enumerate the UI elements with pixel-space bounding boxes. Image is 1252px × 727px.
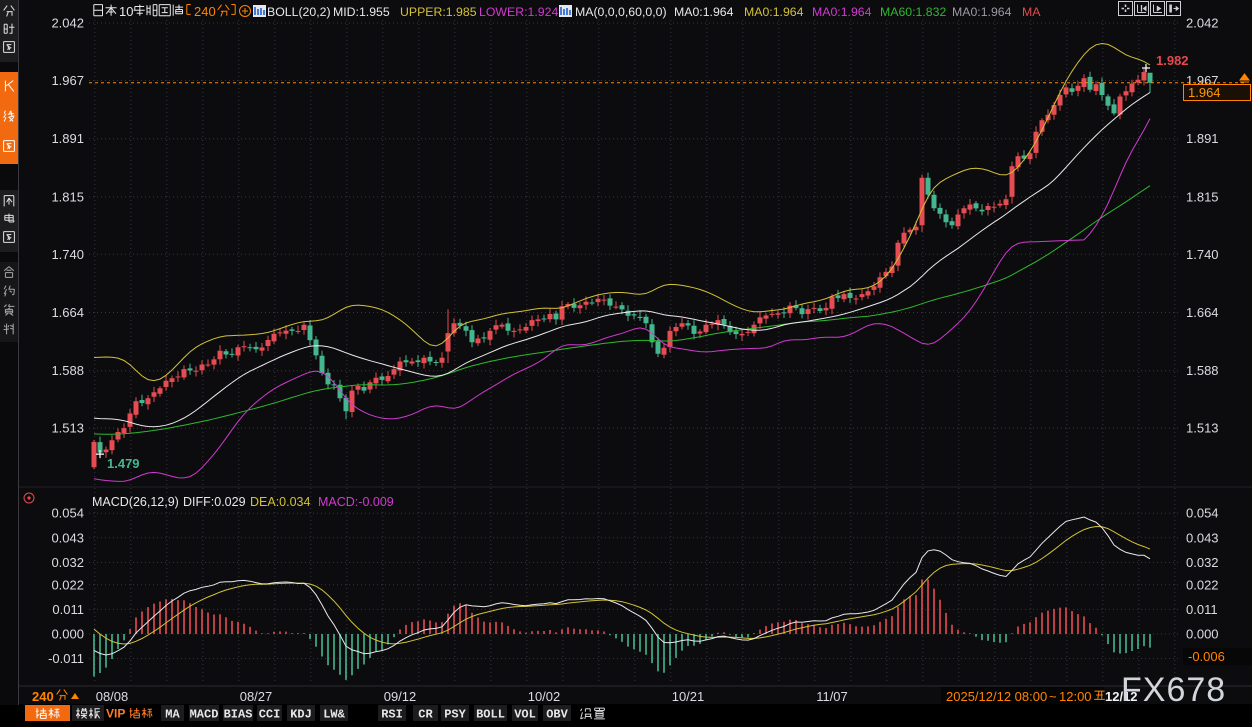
svg-text:-0.006: -0.006	[1188, 649, 1225, 664]
svg-text:DIFF:0.029: DIFF:0.029	[183, 495, 246, 509]
svg-text:0.011: 0.011	[1186, 602, 1218, 617]
svg-text:10/21: 10/21	[672, 689, 705, 704]
svg-text:08/27: 08/27	[240, 689, 273, 704]
svg-text:0.022: 0.022	[1186, 577, 1219, 592]
svg-text:DEA:0.034: DEA:0.034	[250, 495, 311, 509]
svg-text:MA0:1.964: MA0:1.964	[674, 5, 734, 19]
svg-text:0.054: 0.054	[1186, 506, 1219, 521]
svg-text:1.740: 1.740	[1186, 247, 1219, 262]
svg-text:10/02: 10/02	[528, 689, 561, 704]
svg-text:BIAS: BIAS	[224, 708, 253, 722]
svg-text:1.815: 1.815	[51, 189, 84, 204]
svg-text:1.740: 1.740	[51, 247, 84, 262]
svg-text:MA: MA	[1022, 5, 1041, 19]
svg-text:0.043: 0.043	[1186, 530, 1219, 545]
svg-text:1.588: 1.588	[1186, 363, 1219, 378]
svg-text:0.000: 0.000	[51, 627, 84, 642]
svg-text:0.000: 0.000	[1186, 627, 1219, 642]
svg-text:VIP: VIP	[106, 707, 125, 721]
svg-text:MACD(26,12,9): MACD(26,12,9)	[92, 495, 179, 509]
svg-text:240: 240	[32, 689, 54, 704]
svg-text:VOL: VOL	[514, 708, 536, 722]
svg-text:2.042: 2.042	[1186, 16, 1219, 31]
svg-text:KDJ: KDJ	[290, 708, 312, 722]
svg-text:MACD:-0.009: MACD:-0.009	[318, 495, 394, 509]
svg-text:LW&: LW&	[323, 708, 345, 722]
svg-text:1.664: 1.664	[51, 305, 84, 320]
svg-text:10: 10	[119, 4, 133, 19]
svg-text:BOLL: BOLL	[476, 708, 505, 722]
svg-text:2025/12/12 08:00: 2025/12/12 08:00	[946, 689, 1047, 704]
svg-text:09/12: 09/12	[384, 689, 417, 704]
svg-text:RSI: RSI	[381, 708, 403, 722]
svg-text:MA0:1.964: MA0:1.964	[744, 5, 804, 19]
svg-text:OBV: OBV	[546, 708, 568, 722]
svg-text:0.054: 0.054	[51, 506, 84, 521]
svg-text:0.032: 0.032	[1186, 555, 1219, 570]
svg-text:1.513: 1.513	[51, 421, 84, 436]
svg-text:0.043: 0.043	[51, 530, 84, 545]
svg-text:11/07: 11/07	[816, 689, 848, 704]
svg-text:-0.011: -0.011	[48, 651, 84, 666]
svg-text:MA60:1.832: MA60:1.832	[880, 5, 946, 19]
svg-text:1.982: 1.982	[1156, 53, 1189, 68]
svg-text:1.664: 1.664	[1186, 305, 1219, 320]
svg-text:UPPER:1.985: UPPER:1.985	[400, 5, 477, 19]
svg-text:240: 240	[194, 4, 216, 19]
svg-text:MID:1.955: MID:1.955	[333, 5, 390, 19]
svg-text:1.964: 1.964	[1188, 85, 1221, 100]
svg-text:1.479: 1.479	[107, 456, 140, 471]
svg-text:08/08: 08/08	[96, 689, 129, 704]
svg-text:1.588: 1.588	[51, 363, 84, 378]
svg-text:LOWER:1.924: LOWER:1.924	[479, 5, 558, 19]
svg-text:0.032: 0.032	[51, 555, 84, 570]
svg-text:1.513: 1.513	[1186, 421, 1219, 436]
svg-text:1.891: 1.891	[51, 131, 84, 146]
svg-text:1.815: 1.815	[1186, 189, 1219, 204]
svg-text:MA0:1.964: MA0:1.964	[812, 5, 872, 19]
svg-text:0.011: 0.011	[52, 602, 84, 617]
svg-text:1.967: 1.967	[51, 73, 84, 88]
svg-text:MA0:1.964: MA0:1.964	[952, 5, 1012, 19]
svg-text:CR: CR	[418, 708, 433, 722]
svg-text:2.042: 2.042	[51, 16, 84, 31]
svg-text:0.022: 0.022	[51, 577, 84, 592]
svg-text:~: ~	[1049, 689, 1057, 704]
svg-text:BOLL(20,2): BOLL(20,2)	[267, 5, 331, 19]
svg-text:MA(0,0,0,60,0,0): MA(0,0,0,60,0,0)	[575, 5, 667, 19]
svg-text:MACD: MACD	[190, 708, 219, 722]
svg-text:PSY: PSY	[444, 708, 466, 722]
svg-text:1.891: 1.891	[1186, 131, 1219, 146]
svg-text:12:00: 12:00	[1059, 689, 1092, 704]
svg-text:MA: MA	[165, 708, 180, 722]
svg-text:CCI: CCI	[259, 708, 281, 722]
svg-text:FX678: FX678	[1121, 671, 1226, 709]
